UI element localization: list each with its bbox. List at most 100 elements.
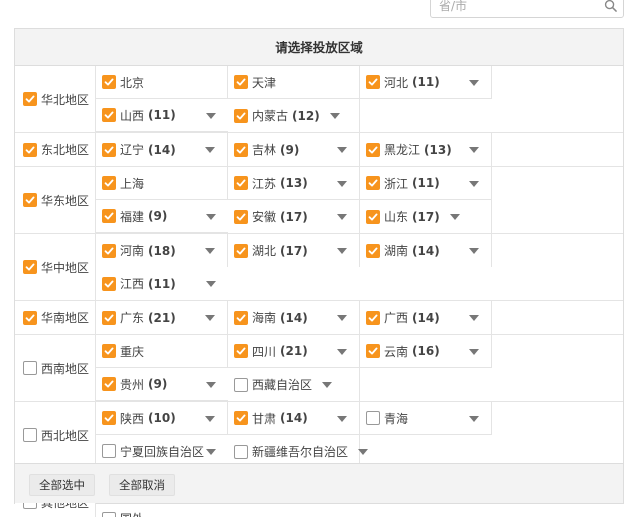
province-checkbox[interactable] <box>234 75 248 89</box>
province-checkbox[interactable] <box>102 511 116 517</box>
province-checkbox[interactable] <box>102 243 116 258</box>
chevron-down-icon[interactable] <box>206 449 216 455</box>
chevron-down-icon[interactable] <box>337 147 347 153</box>
chevron-down-icon[interactable] <box>337 248 347 254</box>
region-checkbox[interactable] <box>23 92 37 106</box>
province-checkbox[interactable] <box>366 411 380 425</box>
chevron-down-icon[interactable] <box>337 181 347 187</box>
chevron-down-icon[interactable] <box>469 181 479 187</box>
province-checkbox[interactable] <box>102 411 116 425</box>
province-checkbox[interactable] <box>102 108 116 122</box>
province-item[interactable]: 安徽 (17) <box>228 200 360 233</box>
province-checkbox[interactable] <box>102 176 116 190</box>
chevron-down-icon[interactable] <box>337 416 347 422</box>
region-checkbox[interactable] <box>23 361 37 375</box>
province-checkbox[interactable] <box>366 310 380 325</box>
province-item[interactable]: 山西 (11) <box>96 99 228 132</box>
province-item[interactable]: 甘肃 (14) <box>228 402 360 435</box>
province-item[interactable]: 江苏 (13) <box>228 167 360 200</box>
chevron-down-icon[interactable] <box>469 315 479 321</box>
region-label[interactable]: 东北地区 <box>15 133 96 166</box>
province-checkbox[interactable] <box>234 108 248 123</box>
province-item[interactable]: 江西 (11) <box>96 267 228 300</box>
province-checkbox[interactable] <box>234 344 248 358</box>
province-item[interactable]: 陕西 (10) <box>96 402 228 435</box>
province-checkbox[interactable] <box>366 142 380 157</box>
province-item[interactable]: 湖北 (17) <box>228 234 360 267</box>
province-item[interactable]: 云南 (16) <box>360 335 492 368</box>
province-checkbox[interactable] <box>102 377 116 391</box>
province-item[interactable]: 广东 (21) <box>96 301 228 334</box>
chevron-down-icon[interactable] <box>358 448 369 455</box>
chevron-down-icon[interactable] <box>469 416 479 422</box>
region-checkbox[interactable] <box>23 193 37 207</box>
chevron-down-icon[interactable] <box>205 416 215 422</box>
chevron-down-icon[interactable] <box>337 315 347 321</box>
chevron-down-icon[interactable] <box>205 248 215 254</box>
province-checkbox[interactable] <box>234 142 248 157</box>
province-item[interactable]: 湖南 (14) <box>360 234 492 267</box>
chevron-down-icon[interactable] <box>322 381 333 388</box>
province-checkbox[interactable] <box>102 75 116 89</box>
search-icon[interactable] <box>604 0 617 12</box>
province-item[interactable]: 贵州 (9) <box>96 368 228 401</box>
province-item[interactable]: 天津 <box>228 66 360 99</box>
province-checkbox[interactable] <box>366 209 380 224</box>
chevron-down-icon[interactable] <box>469 349 479 355</box>
province-item[interactable]: 黑龙江 (13) <box>360 133 492 166</box>
region-label[interactable]: 华南地区 <box>15 301 96 334</box>
province-item[interactable]: 海南 (14) <box>228 301 360 334</box>
region-checkbox[interactable] <box>23 260 37 274</box>
chevron-down-icon[interactable] <box>337 214 347 220</box>
province-item[interactable]: 河北 (11) <box>360 66 492 99</box>
province-item[interactable]: 浙江 (11) <box>360 167 492 200</box>
chevron-down-icon[interactable] <box>337 349 347 355</box>
deselect-all-button[interactable]: 全部取消 <box>109 474 175 496</box>
province-checkbox[interactable] <box>102 209 116 223</box>
province-item[interactable]: 福建 (9) <box>96 200 228 233</box>
province-item[interactable]: 山东 (17) <box>360 200 492 233</box>
province-item[interactable]: 重庆 <box>96 335 228 368</box>
province-checkbox[interactable] <box>102 444 116 458</box>
province-item[interactable]: 内蒙古 (12) <box>228 99 360 132</box>
province-checkbox[interactable] <box>234 411 248 425</box>
province-checkbox[interactable] <box>102 310 116 325</box>
province-checkbox[interactable] <box>234 377 248 392</box>
province-item[interactable]: 西藏自治区 <box>228 368 360 401</box>
search-box[interactable] <box>430 0 624 18</box>
province-checkbox[interactable] <box>366 75 380 89</box>
chevron-down-icon[interactable] <box>469 248 479 254</box>
region-checkbox[interactable] <box>23 310 37 325</box>
province-checkbox[interactable] <box>234 310 248 325</box>
province-checkbox[interactable] <box>234 243 248 258</box>
province-item[interactable]: 青海 <box>360 402 492 435</box>
region-label[interactable]: 西北地区 <box>15 402 96 468</box>
province-item[interactable]: 吉林 (9) <box>228 133 360 166</box>
province-checkbox[interactable] <box>102 276 116 291</box>
province-item[interactable]: 广西 (14) <box>360 301 492 334</box>
chevron-down-icon[interactable] <box>205 147 215 153</box>
region-label[interactable]: 华东地区 <box>15 167 96 233</box>
province-item[interactable]: 辽宁 (14) <box>96 133 228 166</box>
chevron-down-icon[interactable] <box>206 214 216 220</box>
chevron-down-icon[interactable] <box>469 147 479 153</box>
chevron-down-icon[interactable] <box>205 315 215 321</box>
region-label[interactable]: 西南地区 <box>15 335 96 401</box>
chevron-down-icon[interactable] <box>206 113 216 119</box>
province-item[interactable]: 国外 <box>96 502 228 517</box>
region-checkbox[interactable] <box>23 428 37 442</box>
province-checkbox[interactable] <box>366 344 380 358</box>
chevron-down-icon[interactable] <box>449 213 460 220</box>
region-label[interactable]: 华北地区 <box>15 66 96 132</box>
province-checkbox[interactable] <box>234 209 248 224</box>
province-item[interactable]: 上海 <box>96 167 228 200</box>
select-all-button[interactable]: 全部选中 <box>29 474 95 496</box>
province-checkbox[interactable] <box>234 176 248 190</box>
province-item[interactable]: 北京 <box>96 66 228 99</box>
province-checkbox[interactable] <box>102 344 116 358</box>
province-item[interactable]: 四川 (21) <box>228 335 360 368</box>
search-input[interactable] <box>431 0 591 17</box>
chevron-down-icon[interactable] <box>206 281 216 287</box>
region-label[interactable]: 华中地区 <box>15 234 96 300</box>
province-checkbox[interactable] <box>234 444 248 459</box>
